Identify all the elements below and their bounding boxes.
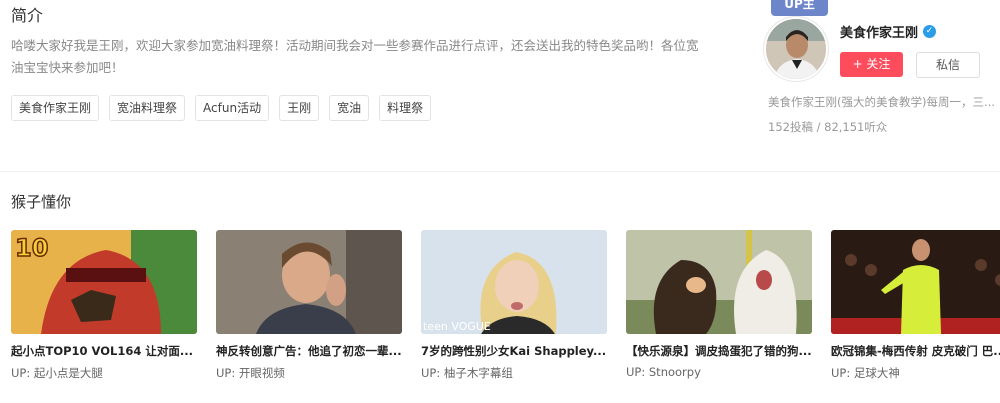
svg-text:10: 10 xyxy=(15,234,48,262)
video-uploader[interactable]: UP: 柚子木字幕组 xyxy=(421,365,607,381)
video-card[interactable]: teen VOGUE 7岁的跨性别少女Kai Shappley... UP: 柚… xyxy=(421,230,607,381)
video-title[interactable]: 神反转创意广告：他追了初恋一辈... xyxy=(216,343,402,359)
uploader-stats: 152投稿 / 82,151听众 xyxy=(768,120,888,134)
message-button[interactable]: 私信 xyxy=(916,52,980,78)
video-title[interactable]: 欧冠锦集-梅西传射 皮克破门 巴... xyxy=(831,343,1000,359)
video-uploader[interactable]: UP: 开眼视频 xyxy=(216,365,402,381)
intro-text: 哈喽大家好我是王刚，欢迎大家参加宽油料理祭！活动期间我会对一些参赛作品进行点评，… xyxy=(11,38,699,75)
tag-item[interactable]: 宽油料理祭 xyxy=(109,95,186,121)
verified-icon: ✓ xyxy=(923,25,937,38)
soccer-thumbnail[interactable] xyxy=(831,230,1000,334)
video-list: 10 起小点TOP10 VOL164 让对面... UP: 起小点是大腿 神反转… xyxy=(11,230,1000,381)
follow-button[interactable]: + 关注 xyxy=(840,52,903,77)
tag-item[interactable]: 宽油 xyxy=(329,95,370,121)
video-title[interactable]: 起小点TOP10 VOL164 让对面... xyxy=(11,343,197,359)
video-card[interactable]: 【快乐源泉】调皮捣蛋犯了错的狗... UP: Stnoorpy xyxy=(626,230,812,381)
tag-item[interactable]: 美食作家王刚 xyxy=(11,95,100,121)
tag-item[interactable]: Acfun活动 xyxy=(195,95,270,121)
dogs-thumbnail[interactable] xyxy=(626,230,812,334)
section-divider xyxy=(0,171,1000,172)
uploader-name[interactable]: 美食作家王刚 ✓ xyxy=(840,22,937,41)
girl-thumbnail[interactable]: teen VOGUE xyxy=(421,230,607,334)
video-card[interactable]: 10 起小点TOP10 VOL164 让对面... UP: 起小点是大腿 xyxy=(11,230,197,381)
tag-list: 美食作家王刚 宽油料理祭 Acfun活动 王刚 宽油 料理祭 xyxy=(11,95,432,121)
svg-text:teen VOGUE: teen VOGUE xyxy=(423,320,491,333)
up-badge: UP主 xyxy=(771,0,828,16)
cartoon-thumbnail[interactable]: 10 xyxy=(11,230,197,334)
boy-thumbnail[interactable] xyxy=(216,230,402,334)
uploader-name-text[interactable]: 美食作家王刚 xyxy=(840,22,918,41)
video-card[interactable]: 神反转创意广告：他追了初恋一辈... UP: 开眼视频 xyxy=(216,230,402,381)
video-uploader[interactable]: UP: 起小点是大腿 xyxy=(11,365,197,381)
video-title[interactable]: 【快乐源泉】调皮捣蛋犯了错的狗... xyxy=(626,343,812,359)
tag-item[interactable]: 料理祭 xyxy=(379,95,432,121)
video-card[interactable]: 欧冠锦集-梅西传射 皮克破门 巴... UP: 足球大神 xyxy=(831,230,1000,381)
video-uploader[interactable]: UP: 足球大神 xyxy=(831,365,1000,381)
video-uploader[interactable]: UP: Stnoorpy xyxy=(626,365,812,379)
intro-title: 简介 xyxy=(11,6,44,25)
recommend-title: 猴子懂你 xyxy=(11,193,72,211)
uploader-description: 美食作家王刚(强大的美食教学)每周一，三... xyxy=(768,95,995,109)
tag-item[interactable]: 王刚 xyxy=(279,95,320,121)
video-title[interactable]: 7岁的跨性别少女Kai Shappley... xyxy=(421,343,607,359)
avatar[interactable] xyxy=(764,17,828,81)
